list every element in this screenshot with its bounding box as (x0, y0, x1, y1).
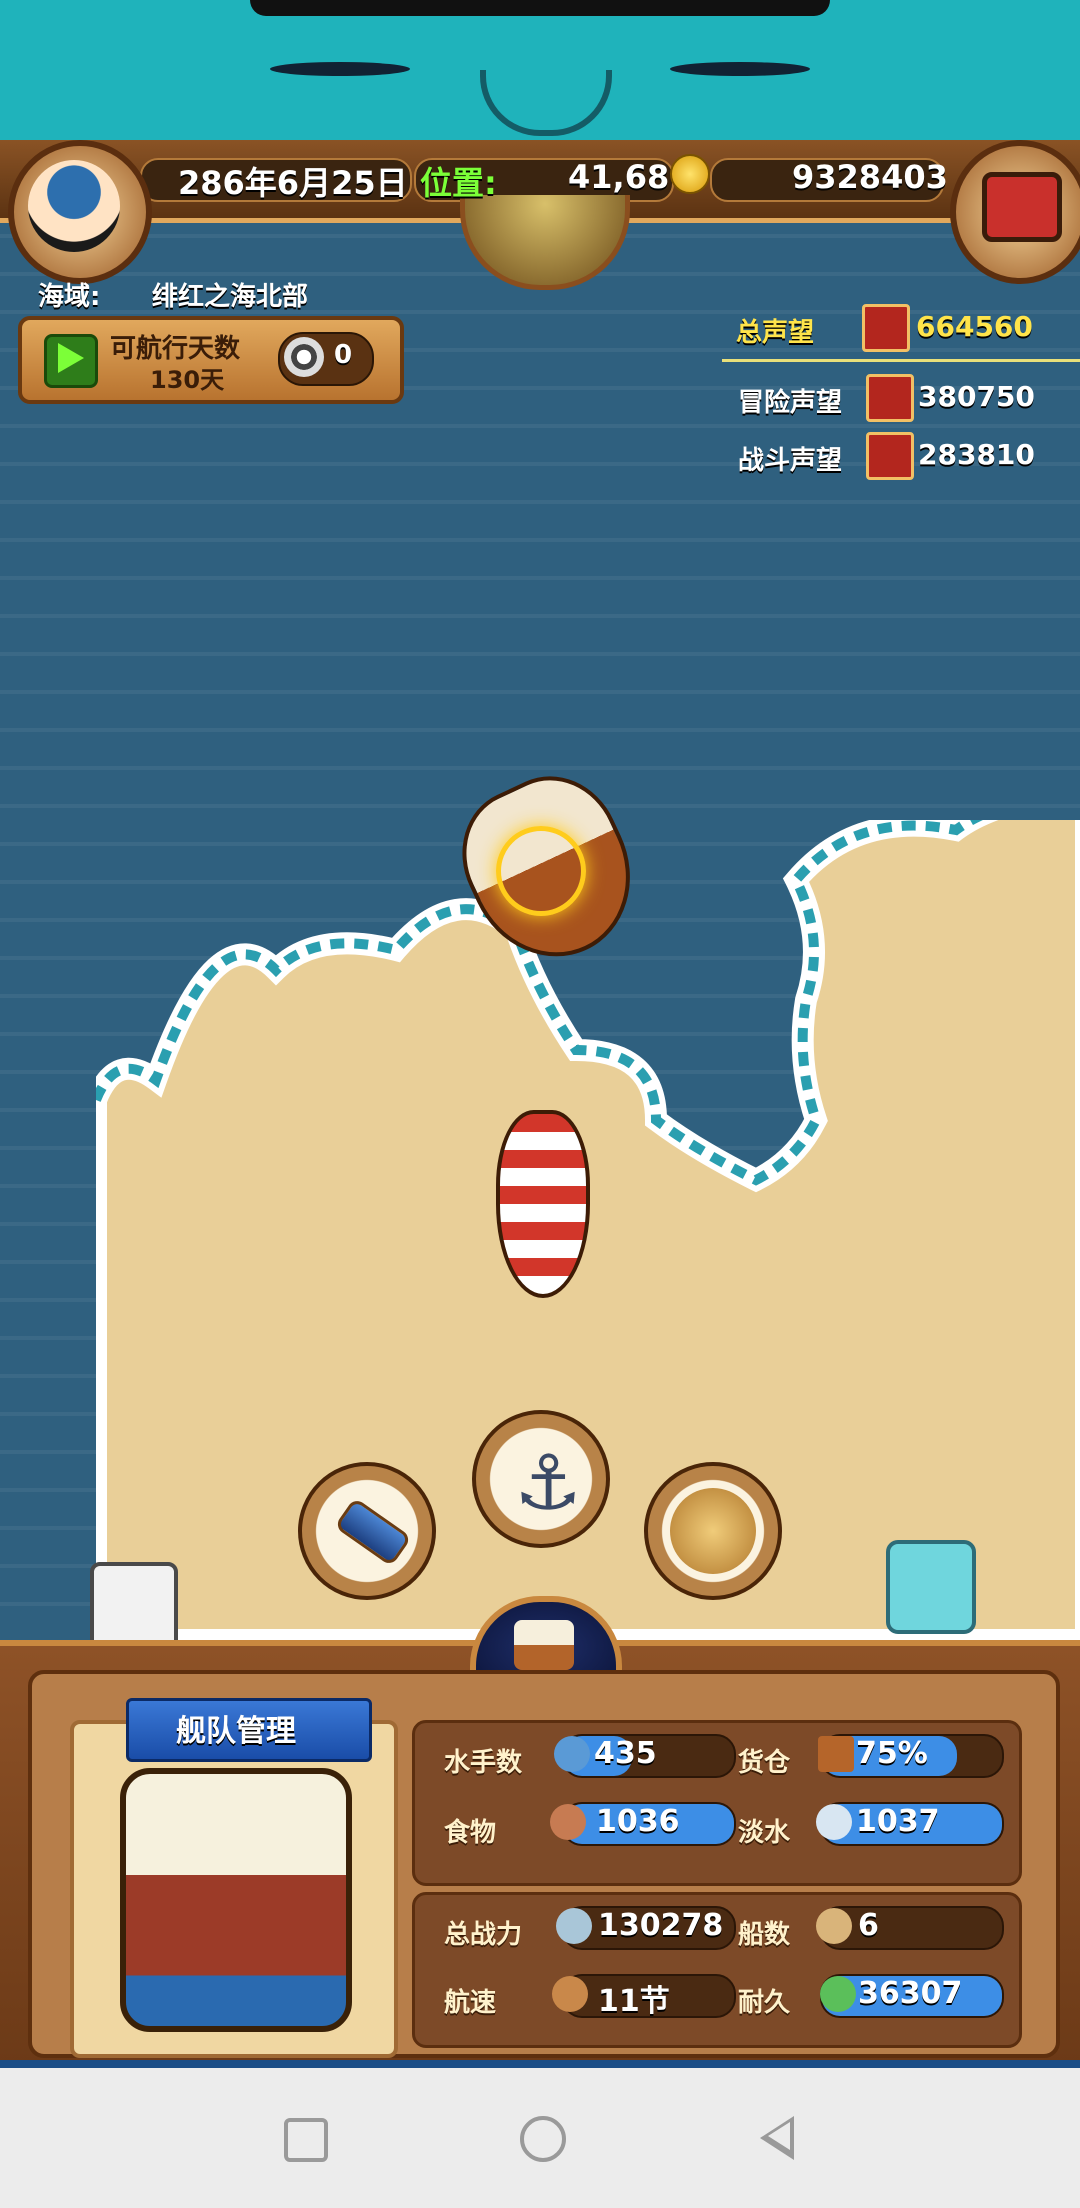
sail-speed-icon (552, 1976, 588, 2012)
cat-left-eye (270, 62, 410, 76)
world-map-icon (670, 1488, 756, 1574)
fleet-title: 舰队管理 (176, 1714, 296, 1749)
sailors-value: 435 (594, 1736, 657, 1771)
sea-area-label: 海域: (38, 282, 101, 312)
food-value: 1036 (596, 1804, 680, 1839)
ships-value: 6 (858, 1908, 879, 1943)
treasure-chest-icon (982, 172, 1062, 242)
durability-icon (820, 1976, 856, 2012)
crate-icon (818, 1736, 854, 1772)
player-avatar[interactable] (28, 160, 120, 252)
target-ring (496, 826, 586, 916)
battle-reputation-icon (866, 432, 914, 480)
sailor-icon (554, 1736, 590, 1772)
spyglass-icon (334, 1497, 412, 1567)
food-label: 食物 (444, 1818, 497, 1848)
sail-days-value: 130天 (150, 366, 225, 394)
total-reputation-icon (862, 304, 910, 352)
meat-icon (550, 1804, 586, 1840)
anchor-button[interactable]: ⚓ (472, 1410, 610, 1548)
ship-count-icon (816, 1908, 852, 1944)
world-map-button[interactable] (644, 1462, 782, 1600)
power-label: 总战力 (444, 1920, 523, 1950)
adventure-reputation-value: 380750 (918, 380, 1035, 413)
durability-value: 36307 (858, 1976, 963, 2011)
adventure-reputation-label: 冒险声望 (738, 388, 843, 418)
cat-mascot (886, 1540, 976, 1634)
recent-apps-icon[interactable] (284, 2118, 328, 2162)
battle-reputation-label: 战斗声望 (738, 446, 843, 476)
position-label: 位置: (420, 164, 497, 202)
back-icon-inner (768, 2122, 790, 2150)
speed-label: 航速 (444, 1988, 497, 2018)
cat-right-eye (670, 62, 810, 76)
total-reputation-label: 总声望 (736, 318, 815, 348)
game-date: 286年6月25日 (178, 164, 408, 202)
reputation-divider (722, 359, 1080, 362)
water-jug-icon (816, 1804, 852, 1840)
crossed-swords-icon (556, 1908, 592, 1944)
battle-reputation-value: 283810 (918, 438, 1035, 471)
total-reputation-value: 664560 (916, 310, 1033, 343)
ship-icon (514, 1620, 574, 1670)
play-icon (58, 343, 84, 373)
adventure-reputation-icon (866, 374, 914, 422)
sea-area-name: 绯红之海北部 (152, 282, 309, 312)
player-ship[interactable] (496, 1110, 590, 1298)
ship-portrait[interactable] (120, 1768, 352, 2032)
speed-value: 11节 (598, 1984, 670, 2019)
silver-coin-count: 0 (334, 340, 353, 370)
silver-coin-icon (284, 337, 324, 377)
water-value: 1037 (856, 1804, 940, 1839)
cargo-value: 75% (856, 1736, 928, 1771)
spyglass-button[interactable] (298, 1462, 436, 1600)
position-value: 41,68 (568, 158, 670, 196)
anchor-icon: ⚓ (514, 1438, 583, 1527)
water-label: 淡水 (738, 1818, 791, 1848)
gold-amount: 9328403 (792, 158, 948, 196)
durability-label: 耐久 (738, 1988, 791, 2018)
cargo-label: 货仓 (738, 1748, 791, 1778)
home-icon[interactable] (520, 2116, 566, 2162)
power-value: 130278 (598, 1908, 724, 1943)
gold-coin-icon (670, 154, 710, 194)
ships-label: 船数 (738, 1920, 791, 1950)
camera-notch (250, 0, 830, 16)
sailors-label: 水手数 (444, 1748, 523, 1778)
